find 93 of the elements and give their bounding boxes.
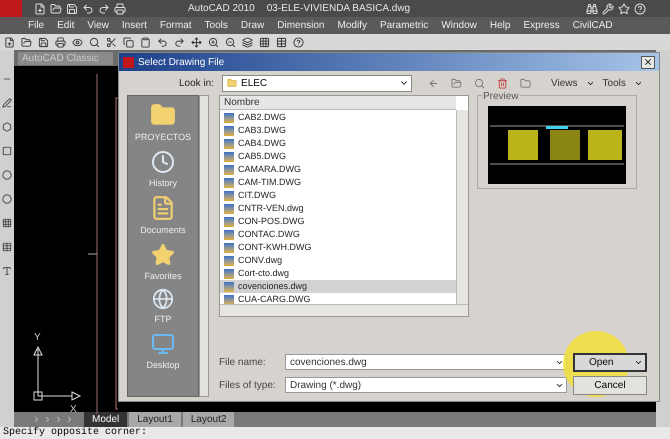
table-icon[interactable] (2, 242, 12, 252)
app-title: AutoCAD 2010 (188, 2, 255, 16)
folder-icon (150, 102, 176, 128)
delete-icon[interactable] (497, 78, 508, 88)
layout-tab[interactable]: Layout1 (129, 412, 181, 427)
file-row[interactable]: CON-POS.DWG (220, 215, 456, 228)
app-logo-icon (123, 56, 134, 68)
document-title: 03-ELE-VIVIENDA BASICA.dwg (266, 2, 410, 16)
menu-item[interactable]: Tools (204, 18, 228, 33)
new-folder-icon[interactable] (520, 78, 532, 88)
layers-icon[interactable] (242, 36, 253, 48)
clock-icon (150, 150, 175, 174)
file-row[interactable]: CUA-CARG.DWG (220, 293, 456, 304)
pan-icon[interactable] (191, 36, 202, 48)
cut-icon[interactable] (106, 36, 117, 48)
print-icon[interactable] (55, 36, 66, 48)
menu-item[interactable]: Parametric (380, 18, 428, 33)
file-row[interactable]: CAB4.DWG (220, 137, 456, 150)
binoculars-icon[interactable] (586, 2, 598, 14)
file-name-label: File name: (219, 356, 267, 370)
star-icon[interactable] (618, 2, 630, 14)
quick-access-icon[interactable] (66, 2, 78, 14)
globe-icon (152, 288, 174, 310)
axis-label: Y (34, 331, 41, 345)
look-in-label: Look in: (179, 76, 214, 90)
rectangle-icon[interactable] (2, 146, 12, 156)
file-row[interactable]: covenciones.dwg (220, 280, 456, 293)
file-row[interactable]: CONTAC.DWG (220, 228, 456, 241)
redo-icon[interactable] (174, 36, 185, 48)
menu-item[interactable]: Draw (240, 18, 264, 33)
folder-icon (227, 78, 238, 88)
menu-item[interactable]: Express (523, 18, 560, 33)
preview-icon[interactable] (72, 36, 83, 48)
back-icon[interactable] (428, 78, 440, 88)
file-type-label: Files of type: (219, 378, 277, 392)
zoom-in-icon[interactable] (208, 36, 219, 48)
menu-item[interactable]: Edit (57, 18, 74, 33)
menu-item[interactable]: CivilCAD (572, 18, 613, 33)
undo-icon[interactable] (157, 36, 168, 48)
open-folder-icon[interactable] (21, 36, 32, 48)
layout-tab[interactable]: Model (84, 412, 128, 427)
dialog-title: Select Drawing File (138, 56, 224, 70)
star-folder-icon (150, 242, 175, 266)
file-row[interactable]: CAMARA.DWG (220, 163, 456, 176)
menu-item[interactable]: Dimension (277, 18, 324, 33)
quick-access-icon[interactable] (98, 2, 110, 14)
tools-menu[interactable]: Tools (602, 76, 626, 90)
layout-tab[interactable]: Layout2 (182, 412, 234, 427)
close-icon (643, 57, 653, 67)
file-row[interactable]: CNTR-VEN.dwg (220, 202, 456, 215)
zoom-out-icon[interactable] (225, 36, 236, 48)
polygon-icon[interactable] (2, 122, 12, 132)
menu-item[interactable]: Modify (338, 18, 367, 33)
file-row[interactable]: CAB5.DWG (220, 150, 456, 163)
text-icon[interactable] (2, 266, 12, 276)
quick-access-icon[interactable] (34, 2, 46, 14)
grid-icon[interactable] (259, 36, 270, 48)
quick-access-icon[interactable] (82, 2, 94, 14)
menu-item[interactable]: Help (490, 18, 510, 33)
menu-item[interactable]: Format (160, 18, 192, 33)
close-button[interactable] (641, 56, 655, 68)
column-header[interactable]: Nombre (220, 96, 456, 110)
file-row[interactable]: CIT.DWG (220, 189, 456, 202)
file-row[interactable]: CAB2.DWG (220, 111, 456, 124)
file-row[interactable]: CAM-TIM.DWG (220, 176, 456, 189)
file-type-dropdown[interactable]: Drawing (*.dwg) (285, 377, 567, 393)
file-row[interactable]: CONV.dwg (220, 254, 456, 267)
table-icon[interactable] (276, 36, 287, 48)
look-in-value: ELEC (241, 76, 268, 90)
copy-icon[interactable] (123, 36, 134, 48)
circle-icon[interactable] (2, 170, 12, 180)
menu-item[interactable]: File (28, 18, 44, 33)
new-file-icon[interactable] (4, 36, 15, 48)
file-name-field[interactable]: covenciones.dwg (285, 354, 567, 370)
paste-icon[interactable] (140, 36, 151, 48)
file-row[interactable]: CAB3.DWG (220, 124, 456, 137)
axis-label: X (70, 403, 77, 417)
help-icon[interactable] (293, 36, 304, 48)
polyline-icon[interactable] (2, 98, 12, 108)
menu-item[interactable]: Window (441, 18, 477, 33)
monitor-icon (151, 332, 175, 356)
file-row[interactable]: CONT-KWH.DWG (220, 241, 456, 254)
search-icon[interactable] (89, 36, 100, 48)
wrench-icon[interactable] (602, 2, 614, 14)
menu-item[interactable]: View (87, 18, 109, 33)
menu-item[interactable]: Insert (122, 18, 147, 33)
look-in-dropdown[interactable]: ELEC (222, 74, 412, 92)
quick-access-icon[interactable] (50, 2, 62, 14)
quick-access-icon[interactable] (114, 2, 126, 14)
save-icon[interactable] (38, 36, 49, 48)
views-menu[interactable]: Views (551, 76, 578, 90)
up-folder-icon[interactable] (451, 78, 462, 88)
file-row[interactable]: Cort-cto.dwg (220, 267, 456, 280)
